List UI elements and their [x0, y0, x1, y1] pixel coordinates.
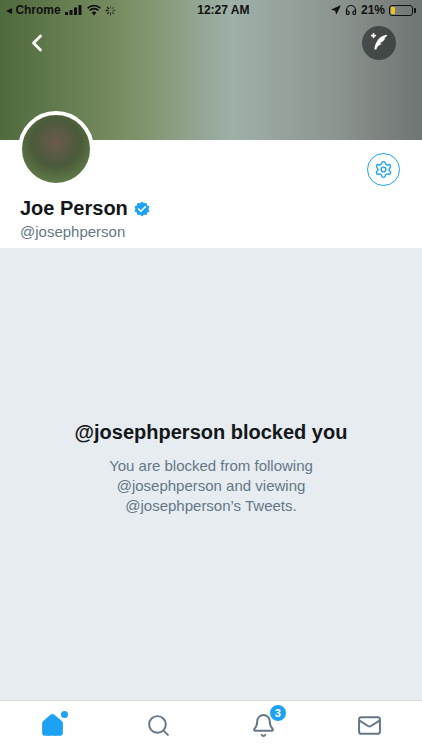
battery-cap [414, 8, 416, 13]
status-time: 12:27 AM [197, 3, 249, 17]
status-right: 21% [331, 3, 416, 17]
signal-icon [65, 5, 83, 15]
tab-icon-wrap [356, 713, 382, 739]
tab-icon-wrap [40, 713, 66, 739]
new-content-dot [61, 711, 68, 718]
tab-bar-item[interactable] [0, 713, 106, 739]
search-icon [146, 713, 171, 738]
tab-bar-item[interactable] [317, 713, 422, 739]
back-to-app-link[interactable]: ◂ Chrome [6, 3, 61, 17]
profile-name: Joe Person [20, 197, 128, 220]
tab-icon-wrap: 3 [251, 713, 277, 739]
blocked-message-line: @josephperson’s Tweets. [125, 496, 296, 516]
battery-icon [389, 5, 413, 16]
profile-screen: ◂ Chrome 12:27 AM 21% Joe Person @josephpers… [0, 0, 422, 750]
headphones-icon [345, 4, 357, 16]
back-button[interactable] [22, 28, 52, 58]
status-bar: ◂ Chrome 12:27 AM 21% [0, 0, 422, 20]
name-row: Joe Person [20, 197, 402, 220]
profile-avatar[interactable] [18, 111, 94, 187]
messages-mail-icon [357, 713, 382, 738]
blocked-message-line: @josephperson and viewing [117, 476, 306, 496]
settings-button[interactable] [367, 153, 400, 186]
gear-icon [374, 160, 393, 179]
tab-icon-wrap [145, 713, 171, 739]
verified-badge-icon [133, 200, 151, 218]
back-chevron-icon [23, 29, 51, 57]
tab-bar-item[interactable]: 3 [211, 713, 317, 739]
compose-button[interactable] [362, 26, 396, 60]
status-left: ◂ Chrome [6, 3, 116, 17]
blocked-title: @josephperson blocked you [75, 421, 348, 444]
activity-spinner-icon [105, 5, 116, 16]
battery-fill [391, 7, 395, 14]
blocked-notice: @josephperson blocked you You are blocked… [0, 248, 422, 700]
profile-handle: @josephperson [20, 223, 402, 240]
compose-feather-icon [368, 32, 390, 54]
profile-top [0, 140, 422, 187]
tab-bar-item[interactable] [106, 713, 212, 739]
wifi-icon [87, 5, 101, 16]
battery-percent: 21% [361, 3, 385, 17]
notification-count-badge: 3 [269, 704, 287, 722]
profile-info: Joe Person @josephperson [0, 187, 422, 248]
tab-bar: 3 [0, 700, 422, 750]
blocked-message-line: You are blocked from following [109, 456, 313, 476]
location-arrow-icon [331, 5, 341, 15]
